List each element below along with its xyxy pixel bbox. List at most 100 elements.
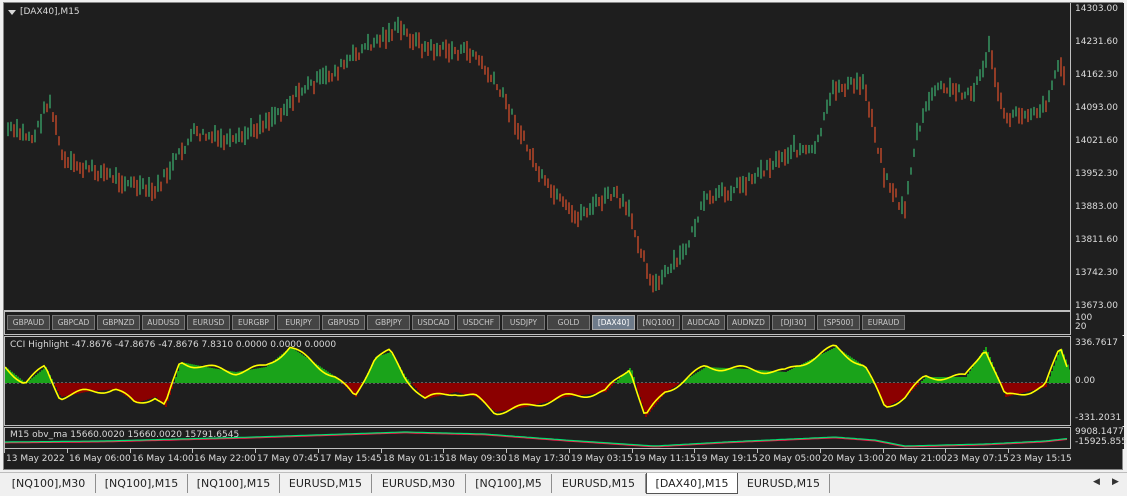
cci-histogram-bar xyxy=(541,383,543,403)
symbol-button[interactable]: [SP500] xyxy=(817,315,860,330)
time-axis[interactable]: 13 May 202216 May 06:0016 May 14:0016 Ma… xyxy=(4,449,1071,469)
chevron-down-icon[interactable] xyxy=(8,10,16,15)
cci-histogram-bar xyxy=(1017,383,1019,394)
symbol-button[interactable]: GOLD xyxy=(547,315,590,330)
cci-histogram-bar xyxy=(443,383,445,395)
cci-indicator-pane[interactable]: CCI Highlight -47.8676 -47.8676 -47.8676… xyxy=(4,336,1071,426)
symbol-button[interactable]: AUDUSD xyxy=(142,315,185,330)
cci-histogram-bar xyxy=(257,368,259,383)
symbol-button[interactable]: USDCAD xyxy=(412,315,455,330)
chart-tab[interactable]: EURUSD,M15 xyxy=(552,474,646,493)
cci-histogram-bar xyxy=(743,369,745,383)
price-label: 14162.30 xyxy=(1075,70,1118,80)
chart-tab[interactable]: EURUSD,M15 xyxy=(738,474,830,493)
cci-histogram-bar xyxy=(775,371,777,383)
chart-tab[interactable]: EURUSD,M30 xyxy=(372,474,466,493)
chart-tab[interactable]: [NQ100],M5 xyxy=(466,474,552,493)
cci-histogram-bar xyxy=(509,383,511,410)
cci-histogram-bar xyxy=(969,371,971,383)
cci-histogram-bar xyxy=(705,367,707,383)
time-tick xyxy=(4,449,5,453)
price-scale[interactable]: 14303.00 14231.60 14162.30 14093.00 1402… xyxy=(1071,3,1124,311)
symbol-button[interactable]: GBPCAD xyxy=(52,315,95,330)
cci-histogram-bar xyxy=(527,383,529,407)
cci-histogram-bar xyxy=(33,377,35,383)
cci-histogram-bar xyxy=(501,383,503,411)
price-chart-pane[interactable]: [DAX40],M15 xyxy=(4,3,1071,311)
cci-histogram-bar xyxy=(689,377,691,383)
symbol-button[interactable]: [DJI30] xyxy=(772,315,815,330)
symbol-button[interactable]: GBPJPY xyxy=(367,315,410,330)
symbol-button[interactable]: EURGBP xyxy=(232,315,275,330)
cci-histogram-bar xyxy=(1029,383,1031,391)
cci-histogram-bar xyxy=(159,383,161,401)
cci-histogram-bar xyxy=(671,383,673,388)
time-label: 18 May 01:15 xyxy=(383,454,445,464)
cci-histogram-bar xyxy=(709,367,711,383)
cci-histogram-bar xyxy=(451,383,453,393)
obv-indicator-pane[interactable]: M15 obv_ma 15660.0020 15660.0020 15791.6… xyxy=(4,427,1071,449)
chart-tab[interactable]: [NQ100],M15 xyxy=(188,474,280,493)
cci-histogram-bar xyxy=(109,383,111,390)
chart-window[interactable]: [DAX40],M15 GBPAUD GBPCAD GBPNZD AUDUSD … xyxy=(3,2,1123,470)
cci-histogram-bar xyxy=(133,383,135,402)
cci-histogram-bar xyxy=(785,372,787,383)
cci-histogram-bar xyxy=(447,383,449,394)
cci-histogram-bar xyxy=(581,383,583,395)
cci-histogram-bar xyxy=(43,369,45,383)
time-label: 17 May 07:45 xyxy=(257,454,319,464)
time-label: 16 May 06:00 xyxy=(69,454,131,464)
symbol-button[interactable]: GBPUSD xyxy=(322,315,365,330)
scroll-left-icon[interactable]: ◀ xyxy=(1093,477,1100,487)
cci-histogram-bar xyxy=(83,383,85,392)
chart-tab[interactable]: [NQ100],M30 xyxy=(2,474,96,493)
symbol-button-active[interactable]: [DAX40] xyxy=(592,315,635,330)
symbol-button[interactable]: [NQ100] xyxy=(637,315,680,330)
symbol-button[interactable]: AUDCAD xyxy=(682,315,725,330)
symbols-scale: 100 20 xyxy=(1071,311,1124,335)
cci-histogram-bar xyxy=(29,380,31,383)
cci-histogram-bar xyxy=(791,369,793,383)
symbol-button[interactable]: USDJPY xyxy=(502,315,545,330)
chart-title: [DAX40],M15 xyxy=(8,7,80,17)
cci-histogram-bar xyxy=(93,383,95,391)
symbol-button[interactable]: EURUSD xyxy=(187,315,230,330)
symbol-button[interactable]: GBPNZD xyxy=(97,315,140,330)
time-label: 18 May 17:30 xyxy=(508,454,570,464)
cci-histogram-bar xyxy=(1005,383,1007,397)
cci-histogram-bar xyxy=(245,370,247,383)
cci-histogram-bar xyxy=(667,383,669,391)
obv-scale-label: 9908.1477 xyxy=(1075,427,1124,437)
chart-tab-active[interactable]: [DAX40],M15 xyxy=(646,473,738,494)
cci-histogram-bar xyxy=(507,383,509,410)
chart-tab[interactable]: [NQ100],M15 xyxy=(96,474,188,493)
cci-histogram-bar xyxy=(797,366,799,383)
cci-histogram-bar xyxy=(863,366,865,383)
scroll-right-icon[interactable]: ▶ xyxy=(1112,477,1119,487)
cci-histogram-bar xyxy=(145,383,147,400)
symbol-button[interactable]: AUDNZD xyxy=(727,315,770,330)
symbol-button[interactable]: GBPAUD xyxy=(7,315,50,330)
cci-histogram-bar xyxy=(833,348,835,383)
symbol-button[interactable]: USDCHF xyxy=(457,315,500,330)
cci-histogram-bar xyxy=(595,383,597,393)
symbol-button[interactable]: EURJPY xyxy=(277,315,320,330)
price-chart[interactable] xyxy=(4,3,1071,311)
cci-histogram-bar xyxy=(597,383,599,393)
cci-histogram-bar xyxy=(261,368,263,383)
obv-scale[interactable]: 9908.1477 -15925.855 xyxy=(1071,427,1124,449)
cci-histogram-bar xyxy=(385,354,387,383)
chart-tab-bar: [NQ100],M30 [NQ100],M15 [NQ100],M15 EURU… xyxy=(0,472,1127,496)
cci-histogram-bar xyxy=(65,383,67,396)
cci-histogram-bar xyxy=(283,353,285,383)
cci-histogram-bar xyxy=(325,370,327,383)
cci-histogram-bar xyxy=(391,354,393,383)
chart-tab[interactable]: EURUSD,M15 xyxy=(280,474,372,493)
symbol-button[interactable]: EURAUD xyxy=(862,315,905,330)
cci-histogram-bar xyxy=(859,363,861,383)
cci-histogram-bar xyxy=(177,371,179,383)
cci-histogram-bar xyxy=(81,383,83,393)
cci-scale[interactable]: 336.7617 0.00 -331.2031 xyxy=(1071,336,1124,426)
cci-histogram-bar xyxy=(423,383,425,397)
cci-histogram-bar xyxy=(789,370,791,383)
